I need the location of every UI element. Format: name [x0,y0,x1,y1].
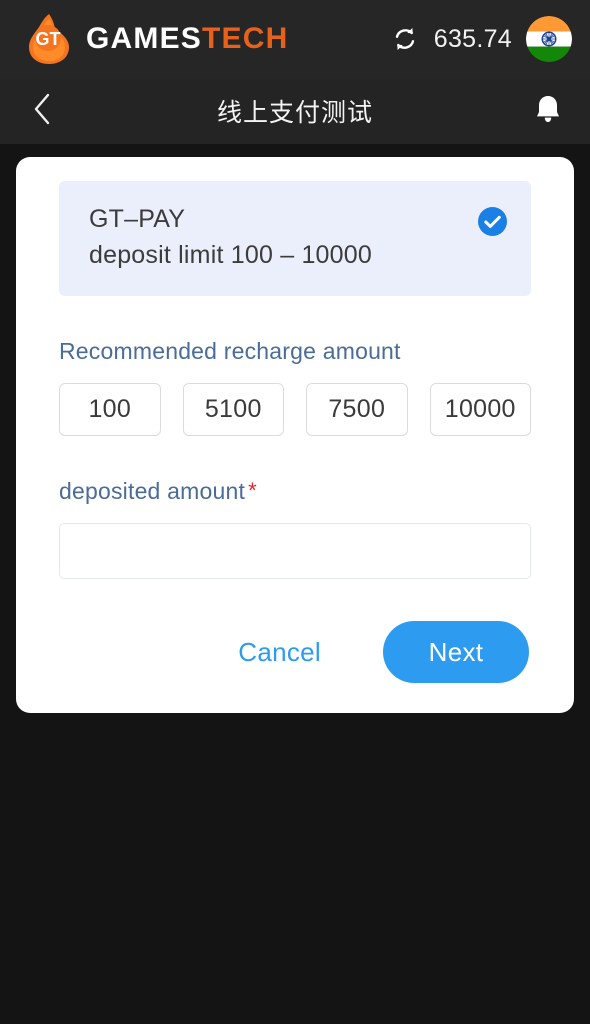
recommended-amount-options: 100 5100 7500 10000 [59,383,531,436]
brand-logo[interactable]: GT GAMESTECH [26,13,390,65]
app-root: GT GAMESTECH 635.74 线上支付测试 GT–PAY deposi… [0,0,590,1024]
wordmark-games: GAMES [86,22,203,55]
amount-chip[interactable]: 7500 [306,383,408,436]
amount-chip[interactable]: 10000 [429,383,531,436]
amount-chip[interactable]: 5100 [182,383,284,436]
balance-amount: 635.74 [433,24,512,53]
india-flag-icon[interactable] [526,16,572,62]
card-actions: Cancel Next [59,621,531,683]
nav-header: 线上支付测试 [0,78,590,144]
cancel-button[interactable]: Cancel [234,629,325,676]
required-asterisk: * [248,478,257,503]
payment-method-limit: deposit limit 100 – 10000 [89,240,372,269]
recommended-amount-label: Recommended recharge amount [59,338,401,364]
chevron-left-icon [31,92,53,131]
payment-method-name: GT–PAY [89,205,186,233]
deposited-amount-input[interactable] [59,523,531,579]
refresh-icon[interactable] [390,24,420,54]
brand-header: GT GAMESTECH 635.74 [0,0,590,78]
check-circle-icon [476,205,509,238]
brand-wordmark: GAMESTECH [86,24,288,54]
deposit-card: GT–PAY deposit limit 100 – 10000 Recomme… [16,157,574,713]
next-button[interactable]: Next [383,621,529,683]
amount-chip[interactable]: 100 [59,383,161,436]
deposited-amount-label: deposited amount * [59,478,531,505]
bell-icon [533,93,563,130]
page-title: 线上支付测试 [216,99,373,127]
balance-area: 635.74 [390,16,572,62]
deposited-amount-label-text: deposited amount [59,478,246,504]
svg-text:GT: GT [36,29,61,49]
back-button[interactable] [20,89,64,133]
notifications-button[interactable] [526,89,570,133]
gt-flame-logo-icon: GT [26,13,72,65]
payment-method-option-gt-pay[interactable]: GT–PAY deposit limit 100 – 10000 [59,181,531,296]
wordmark-tech: TECH [202,22,289,55]
